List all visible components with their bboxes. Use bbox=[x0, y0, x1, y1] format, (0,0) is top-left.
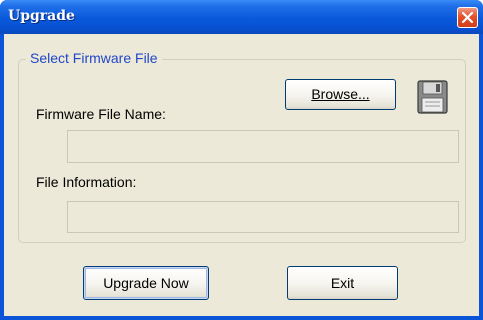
dialog-body: Select Firmware File Firmware File Name:… bbox=[4, 34, 479, 316]
window-bottom-border bbox=[0, 316, 483, 320]
title-bar[interactable]: Upgrade bbox=[0, 0, 483, 34]
upgrade-now-button-label: Upgrade Now bbox=[103, 275, 189, 291]
file-information-field bbox=[67, 201, 459, 233]
exit-button-label: Exit bbox=[330, 275, 355, 291]
close-icon bbox=[462, 12, 473, 23]
firmware-file-name-field[interactable] bbox=[67, 130, 459, 163]
browse-button-label: Browse... bbox=[311, 86, 370, 102]
window-title: Upgrade bbox=[8, 8, 75, 24]
firmware-file-name-label: Firmware File Name: bbox=[36, 106, 166, 122]
exit-button[interactable]: Exit bbox=[287, 266, 398, 300]
floppy-disk-icon bbox=[416, 79, 450, 115]
upgrade-now-button[interactable]: Upgrade Now bbox=[83, 266, 209, 300]
upgrade-dialog: Upgrade Select Firmware File Firmware Fi… bbox=[0, 0, 483, 320]
file-information-label: File Information: bbox=[36, 174, 137, 190]
close-button[interactable] bbox=[457, 7, 478, 28]
group-legend: Select Firmware File bbox=[26, 50, 162, 66]
browse-button[interactable]: Browse... bbox=[285, 79, 396, 110]
